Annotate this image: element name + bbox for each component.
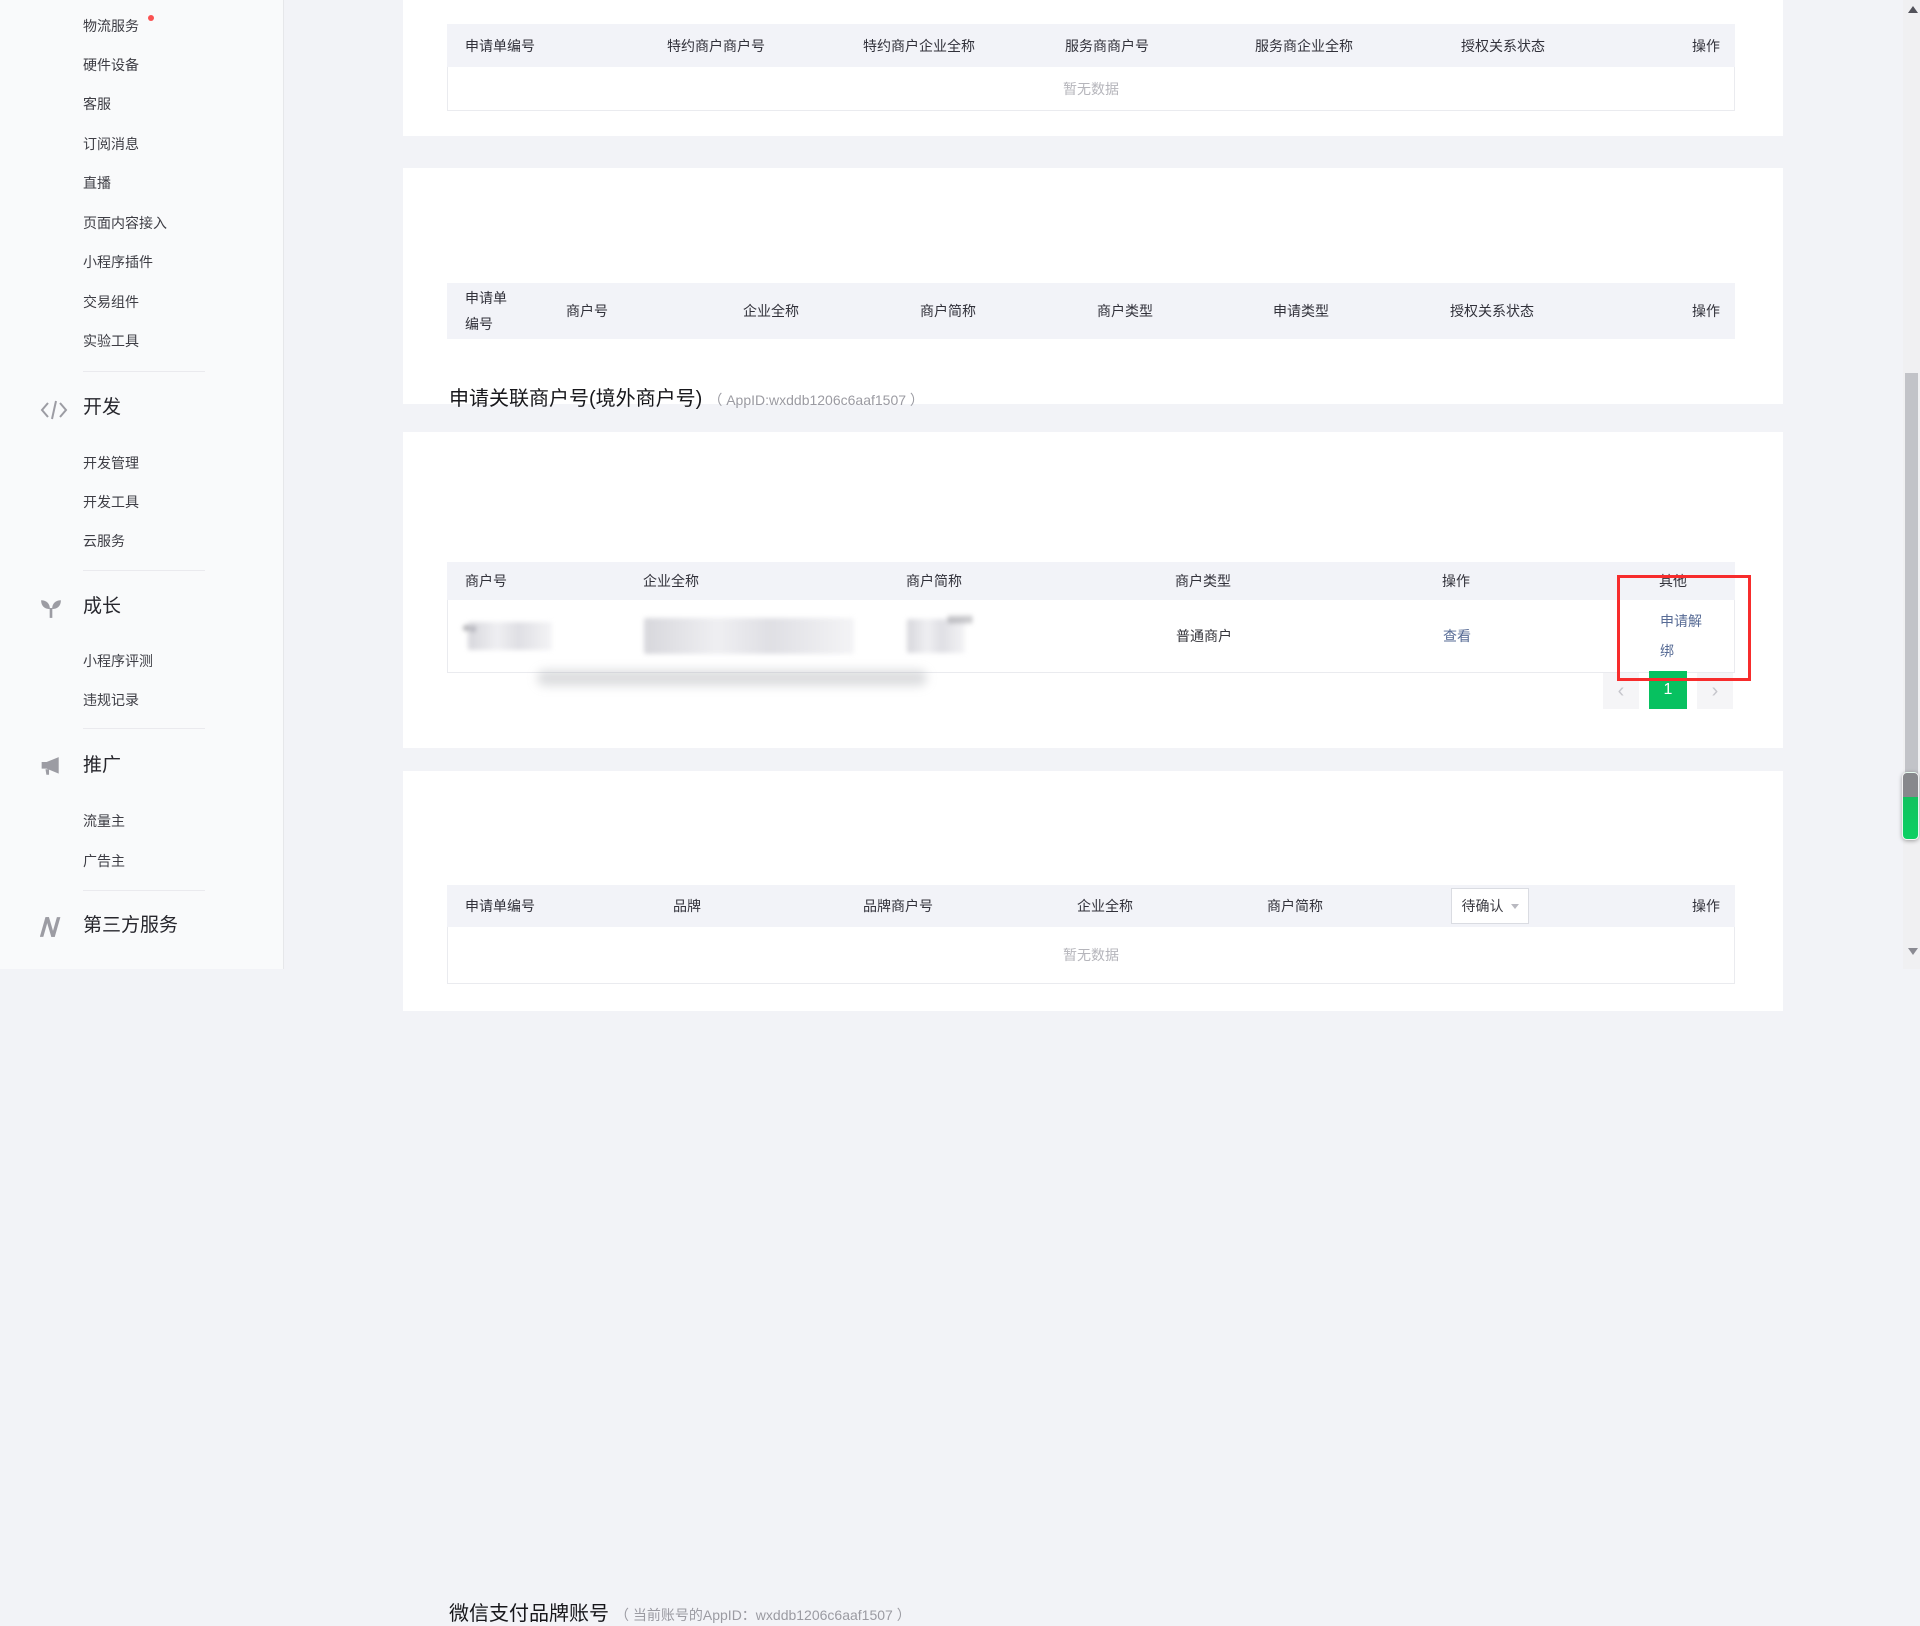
sidebar-item-logistics[interactable]: 物流服务: [83, 16, 139, 36]
third-party-icon: [40, 917, 68, 937]
merchant-type-cell: 普通商户: [1158, 626, 1425, 646]
sidebar-section-growth[interactable]: 成长: [83, 594, 121, 620]
section-title: 微信支付品牌账号: [449, 1597, 609, 1626]
col-header-action: 操作: [1592, 301, 1735, 321]
col-header: 授权关系状态: [1443, 36, 1603, 56]
sidebar-item-miniprogram-evaluation[interactable]: 小程序评测: [83, 651, 153, 671]
col-header: 企业全称: [625, 571, 888, 591]
col-header: 商户号: [548, 301, 725, 321]
sidebar-divider: [83, 570, 205, 571]
sidebar-item-cloud-service[interactable]: 云服务: [83, 531, 125, 551]
col-header: 特约商户商户号: [649, 36, 845, 56]
overseas-association-table: 申请单编号 商户号 企业全称 商户简称 商户类型 申请类型 授权关系状态 操作: [447, 283, 1735, 339]
scrollbar-up-arrow[interactable]: [1908, 6, 1918, 13]
card-pending-association: 申请单编号 特约商户商户号 特约商户企业全称 服务商商户号 服务商企业全称 授权…: [403, 0, 1783, 136]
card-linked-merchants: 已关联商户号 商户号 企业全称 商户简称 商户类型 操作 其他: [403, 432, 1783, 748]
appid-label: （ AppID:wxddb1206c6aaf1507 ）: [708, 390, 924, 410]
sidebar-section-third-party[interactable]: 第三方服务: [83, 913, 178, 939]
col-header: 商户简称: [902, 301, 1079, 321]
sidebar-item-subscribe-message[interactable]: 订阅消息: [83, 134, 139, 154]
sidebar-item-hardware[interactable]: 硬件设备: [83, 55, 139, 75]
merchant-shortname-cell: [889, 619, 1158, 653]
brand-accounts-table: 申请单编号 品牌 品牌商户号 企业全称 商户简称 待确认 操作 暂无数据: [447, 885, 1735, 984]
section-title-row: 申请关联商户号(境外商户号) （ AppID:wxddb1206c6aaf150…: [449, 382, 924, 411]
col-header: 商户类型: [1079, 301, 1255, 321]
sidebar-section-dev[interactable]: 开发: [83, 395, 121, 421]
table-row: 普通商户 查看 申请解绑: [447, 600, 1735, 673]
col-header: 申请单编号: [447, 36, 649, 56]
redacted-merchant-id: [468, 622, 552, 650]
status-filter-label: 待确认: [1462, 896, 1504, 916]
section-title: 申请关联商户号(境外商户号): [449, 382, 702, 411]
col-header: 操作: [1424, 571, 1641, 591]
blur-artifact: [949, 616, 973, 623]
scrollbar-down-arrow[interactable]: [1908, 948, 1918, 955]
sprout-icon: [40, 598, 68, 618]
empty-state-text: 暂无数据: [447, 67, 1735, 111]
col-header: 申请单编号: [447, 896, 655, 916]
scrollbar-thumb[interactable]: [1905, 373, 1918, 807]
card-overseas-association: 申请关联商户号(境外商户号) （ AppID:wxddb1206c6aaf150…: [403, 168, 1783, 404]
sidebar-item-violation-records[interactable]: 违规记录: [83, 690, 139, 710]
sidebar-item-plugins[interactable]: 小程序插件: [83, 252, 153, 272]
col-header: 商户号: [447, 571, 625, 591]
status-filter-dropdown[interactable]: 待确认: [1451, 888, 1529, 924]
wechat-miniprogram-admin-page: 物流服务 硬件设备 客服 订阅消息 直播 页面内容接入 小程序插件 交易组件 实…: [0, 0, 1920, 969]
table-header-row: 申请单编号 特约商户商户号 特约商户企业全称 服务商商户号 服务商企业全称 授权…: [447, 24, 1735, 67]
col-header: 特约商户企业全称: [845, 36, 1047, 56]
view-link-cell: 查看: [1425, 626, 1642, 646]
card-brand-accounts: 微信支付品牌账号 （ 当前账号的AppID：wxddb1206c6aaf1507…: [403, 771, 1783, 1011]
sidebar-item-live[interactable]: 直播: [83, 173, 111, 193]
sidebar-item-customer-service[interactable]: 客服: [83, 94, 111, 114]
megaphone-icon: [40, 757, 68, 777]
table-header-row: 申请单编号 商户号 企业全称 商户简称 商户类型 申请类型 授权关系状态 操作: [447, 283, 1735, 339]
col-header: 品牌: [655, 896, 845, 916]
col-header: 服务商商户号: [1047, 36, 1237, 56]
section-title-row: 微信支付品牌账号 （ 当前账号的AppID：wxddb1206c6aaf1507…: [449, 1597, 911, 1626]
col-header: 授权关系状态: [1432, 301, 1592, 321]
code-icon: [40, 400, 68, 420]
sidebar-item-lab-tools[interactable]: 实验工具: [83, 331, 139, 351]
chevron-down-icon: [1511, 904, 1519, 909]
col-header: 企业全称: [1059, 896, 1249, 916]
sidebar-divider: [83, 728, 205, 729]
col-header-action: 操作: [1603, 36, 1735, 56]
sidebar-item-page-content[interactable]: 页面内容接入: [83, 213, 167, 233]
col-header: 申请类型: [1255, 301, 1432, 321]
col-header: 企业全称: [725, 301, 902, 321]
col-header: 商户简称: [888, 571, 1157, 591]
redacted-shortname: [907, 619, 965, 653]
merchant-id-cell: [448, 622, 626, 650]
col-header: 申请单编号: [447, 285, 548, 337]
sidebar-section-promotion[interactable]: 推广: [83, 753, 121, 779]
pending-association-table: 申请单编号 特约商户商户号 特约商户企业全称 服务商商户号 服务商企业全称 授权…: [447, 24, 1735, 111]
table-header-row: 商户号 企业全称 商户简称 商户类型 操作 其他: [447, 562, 1735, 600]
col-header-action: 操作: [1593, 896, 1735, 916]
red-highlight-box: [1617, 575, 1751, 681]
table-header-row: 申请单编号 品牌 品牌商户号 企业全称 商户简称 待确认 操作: [447, 885, 1735, 927]
blur-artifact-smudge: [537, 670, 927, 686]
sidebar-item-trade-component[interactable]: 交易组件: [83, 292, 139, 312]
sidebar: 物流服务 硬件设备 客服 订阅消息 直播 页面内容接入 小程序插件 交易组件 实…: [0, 0, 284, 969]
notification-dot: [148, 15, 154, 21]
empty-state-text: 暂无数据: [447, 927, 1735, 984]
col-header: 品牌商户号: [845, 896, 1059, 916]
sidebar-divider: [83, 890, 205, 891]
sidebar-item-dev-tools[interactable]: 开发工具: [83, 492, 139, 512]
scroll-capture-indicator: [1902, 772, 1919, 840]
appid-label: （ 当前账号的AppID：wxddb1206c6aaf1507 ）: [615, 1605, 911, 1625]
linked-merchants-table: 商户号 企业全称 商户简称 商户类型 操作 其他 普通商户 查看: [447, 562, 1735, 673]
redacted-company-name: [644, 618, 854, 654]
col-header: 商户简称: [1249, 896, 1433, 916]
company-name-cell: [626, 618, 889, 654]
sidebar-item-traffic-owner[interactable]: 流量主: [83, 811, 125, 831]
view-link[interactable]: 查看: [1443, 628, 1471, 644]
col-header: 服务商企业全称: [1237, 36, 1443, 56]
sidebar-item-advertiser[interactable]: 广告主: [83, 851, 125, 871]
col-header: 商户类型: [1157, 571, 1424, 591]
sidebar-item-dev-management[interactable]: 开发管理: [83, 453, 139, 473]
sidebar-divider: [83, 371, 205, 372]
blur-artifact: [464, 626, 468, 630]
status-filter-cell: 待确认: [1433, 888, 1593, 924]
